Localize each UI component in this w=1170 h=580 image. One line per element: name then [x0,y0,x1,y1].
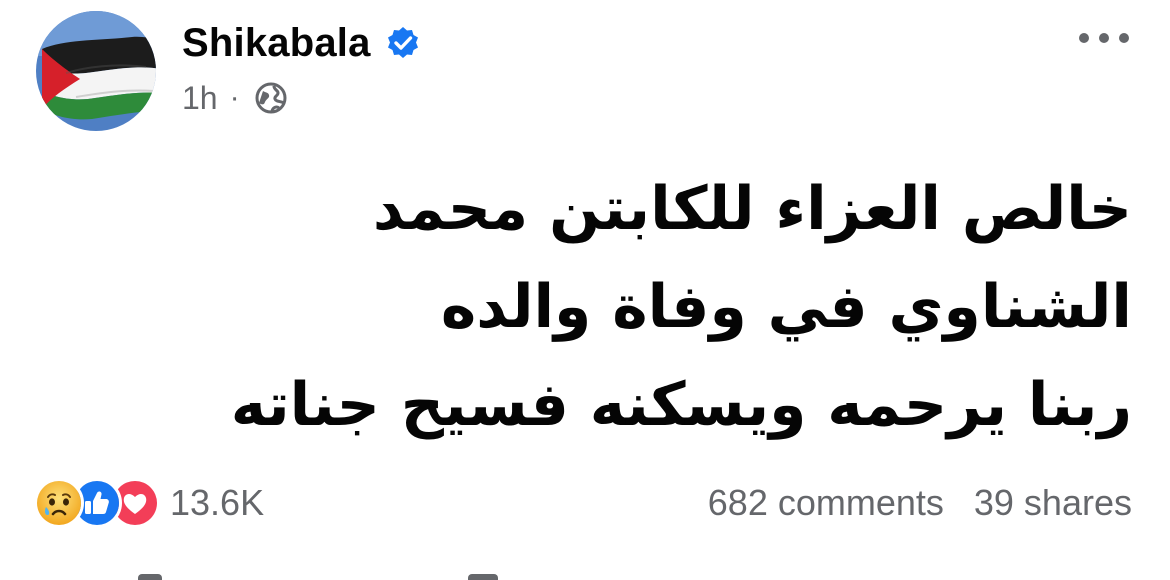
shares-count[interactable]: 39 shares [974,482,1132,524]
meta-separator: · [229,81,240,114]
author-line: Shikabala [182,18,421,68]
facebook-post: Shikabala 1h · خالص العزاء للكابتن محمد … [0,0,1170,580]
sad-icon [34,478,84,528]
engagement-stats: 682 comments 39 shares [708,478,1132,528]
post-text-line: ربنا يرحمه ويسكنه فسيح جناته [230,370,1132,440]
post-body: خالص العزاء للكابتن محمد الشناوي في وفاة… [132,160,1132,454]
post-meta: 1h · [182,78,288,118]
comments-count[interactable]: 682 comments [708,482,944,524]
more-options-icon[interactable] [1076,28,1132,48]
globe-icon[interactable] [254,81,288,115]
reactions-summary[interactable]: 13.6K [34,478,264,528]
verified-badge-icon [387,27,418,58]
author-avatar[interactable] [36,11,156,131]
cutoff-like-icon [138,574,162,580]
palestine-flag-image [36,11,156,131]
cutoff-comment-icon [468,574,498,580]
author-name[interactable]: Shikabala [182,21,371,66]
reaction-count[interactable]: 13.6K [170,482,264,524]
post-timestamp[interactable]: 1h [182,80,218,117]
post-text-line: الشناوي في وفاة والده [440,272,1132,342]
post-text-line: خالص العزاء للكابتن محمد [372,174,1132,244]
